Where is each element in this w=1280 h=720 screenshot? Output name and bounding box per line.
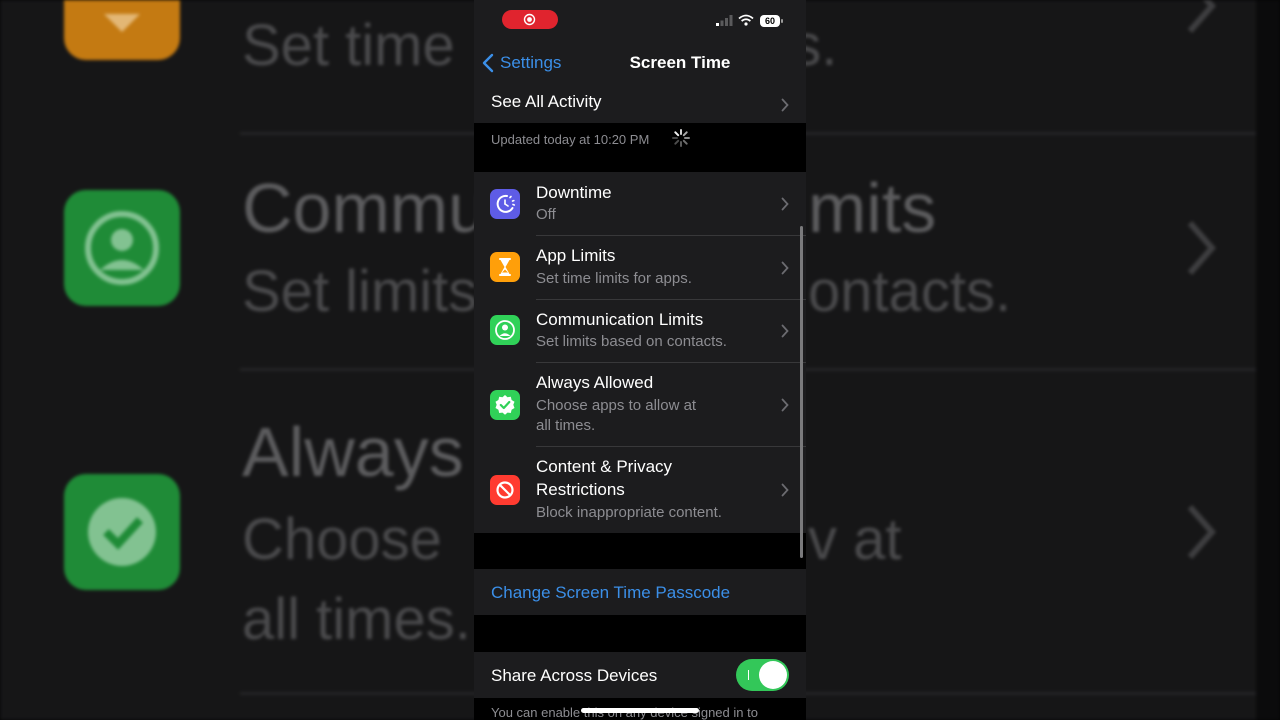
- see-all-activity-label: See All Activity: [491, 92, 602, 111]
- share-across-devices-row: Share Across Devices: [474, 652, 806, 698]
- share-across-devices-toggle[interactable]: [736, 659, 789, 691]
- background-title-2: Commu: [242, 169, 488, 247]
- battery-icon: 60: [760, 15, 780, 27]
- content-privacy-row[interactable]: Content & Privacy Restrictions Block ina…: [474, 447, 806, 533]
- updated-timestamp: Updated today at 10:20 PM: [491, 132, 650, 147]
- signal-icon: [716, 15, 733, 26]
- app-limits-title: App Limits: [536, 246, 616, 265]
- background-title-2-tail: mits: [808, 169, 937, 247]
- background-chevron-icon: [1187, 505, 1216, 559]
- background-sub-3-tail: v at: [808, 507, 902, 572]
- app-limits-row[interactable]: App Limits Set time limits for apps.: [474, 236, 806, 299]
- downtime-icon: [490, 189, 520, 219]
- downtime-title: Downtime: [536, 183, 612, 202]
- chevron-right-icon: [781, 324, 789, 338]
- content-privacy-title-line2: Restrictions: [536, 480, 625, 499]
- scroll-indicator[interactable]: [800, 226, 803, 558]
- home-indicator[interactable]: [581, 708, 699, 713]
- background-sub-3-line2: all times.: [242, 587, 471, 652]
- always-allowed-title: Always Allowed: [536, 373, 654, 392]
- contact-icon: [490, 315, 520, 345]
- background-hourglass-icon: [64, 0, 180, 60]
- background-sub-3: Choose: [242, 507, 442, 572]
- chevron-right-icon: [781, 98, 789, 112]
- background-contact-icon: [64, 190, 180, 306]
- background-sub-1: Set time: [242, 13, 455, 78]
- background-sub-2: Set limits: [242, 259, 478, 324]
- page-title: Screen Time: [629, 53, 731, 72]
- screen-time-settings-group: Downtime Off App Limits Set time limits …: [474, 172, 806, 533]
- chevron-left-icon: [482, 53, 494, 73]
- downtime-subtitle: Off: [536, 206, 556, 223]
- chevron-right-icon: [781, 483, 789, 497]
- change-passcode-button[interactable]: Change Screen Time Passcode: [474, 569, 806, 615]
- checkmark-badge-icon: [490, 390, 520, 420]
- always-allowed-row[interactable]: Always Allowed Choose apps to allow at a…: [474, 363, 806, 446]
- toggle-on-mark: [748, 670, 749, 680]
- content-privacy-title-line1: Content & Privacy: [536, 457, 673, 476]
- phone-screen: 60 Settings Screen Time See All Activity…: [474, 0, 806, 720]
- share-across-devices-label: Share Across Devices: [491, 666, 658, 685]
- downtime-row[interactable]: Downtime Off: [474, 172, 806, 235]
- status-bar: 60: [474, 0, 806, 40]
- change-passcode-label: Change Screen Time Passcode: [491, 583, 731, 602]
- restriction-icon: [490, 475, 520, 505]
- background-checkmark-badge-icon: [64, 474, 180, 590]
- communication-limits-subtitle: Set limits based on contacts.: [536, 333, 727, 350]
- loading-spinner-icon: [672, 129, 690, 147]
- communication-limits-row[interactable]: Communication Limits Set limits based on…: [474, 300, 806, 362]
- background-title-3: Always: [242, 413, 464, 491]
- always-allowed-subtitle-line2: all times.: [536, 417, 596, 434]
- see-all-activity-row[interactable]: See All Activity: [474, 86, 806, 123]
- background-sub-2-tail: ontacts.: [808, 259, 1012, 324]
- chevron-right-icon: [781, 261, 789, 275]
- battery-tip: [781, 19, 783, 23]
- screen-record-icon[interactable]: [502, 10, 558, 29]
- app-limits-subtitle: Set time limits for apps.: [536, 270, 692, 287]
- chevron-right-icon: [781, 398, 789, 412]
- chevron-right-icon: [781, 197, 789, 211]
- background-chevron-icon: [1187, 0, 1216, 33]
- background-chevron-icon: [1187, 221, 1216, 275]
- always-allowed-subtitle-line1: Choose apps to allow at: [536, 397, 697, 414]
- content-privacy-subtitle: Block inappropriate content.: [536, 504, 722, 521]
- navigation-bar: Settings Screen Time: [474, 40, 806, 86]
- wifi-icon: [738, 14, 754, 26]
- hourglass-icon: [490, 252, 520, 282]
- communication-limits-title: Communication Limits: [536, 310, 704, 329]
- toggle-knob: [759, 661, 787, 689]
- background-scrollbar: [1256, 0, 1280, 720]
